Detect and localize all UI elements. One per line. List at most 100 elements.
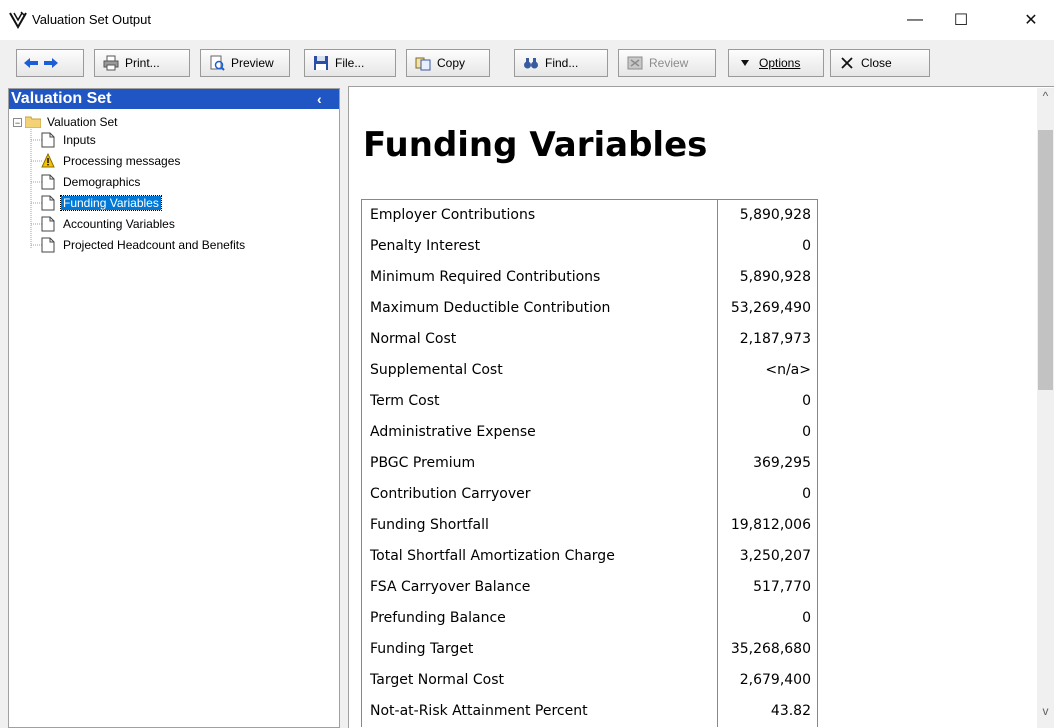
row-value: 3,250,207 [717,540,818,572]
save-disk-icon [313,55,329,71]
binoculars-icon [523,55,539,71]
toolbar: Print... Preview File... Copy Find... Re… [0,40,1054,84]
tree-item-label: Processing messages [63,154,181,168]
table-row: Penalty Interest 0 [361,230,818,262]
row-value: 35,268,680 [717,633,818,665]
document-icon [41,174,55,190]
pane-title: Valuation Set [11,90,112,107]
tree-item-label: Inputs [63,133,96,147]
minimize-button[interactable]: — [892,0,938,40]
tree-item-processing-messages[interactable]: Processing messages [41,152,182,170]
row-label: Minimum Required Contributions [361,261,718,293]
row-value: 2,679,400 [717,664,818,696]
table-row: Target Normal Cost 2,679,400 [361,664,818,696]
title-bar: Valuation Set Output — ☐ ✕ [0,0,1054,40]
table-row: PBGC Premium 369,295 [361,447,818,479]
table-row: Supplemental Cost <n/a> [361,354,818,386]
valuation-logo-icon [9,11,27,30]
scroll-thumb[interactable] [1038,130,1053,390]
row-label: Normal Cost [361,323,718,355]
row-label: Funding Shortfall [361,509,718,541]
close-window-button[interactable]: ✕ [1008,0,1054,40]
maximize-icon: ☐ [953,12,969,29]
table-row: Funding Target 35,268,680 [361,633,818,665]
table-row: Term Cost 0 [361,385,818,417]
file-button[interactable]: File... [304,49,396,77]
find-label: Find... [545,56,579,70]
review-icon [627,55,643,71]
row-value: 43.82 [717,695,818,727]
copy-label: Copy [437,56,466,70]
scroll-down-icon[interactable]: v [1037,703,1054,720]
scroll-up-icon[interactable]: ^ [1037,88,1054,105]
table-row: Total Shortfall Amortization Charge 3,250… [361,540,818,572]
table-row: Contribution Carryover 0 [361,478,818,510]
row-value: 53,269,490 [717,292,818,324]
table-row: Normal Cost 2,187,973 [361,323,818,355]
table-row: Prefunding Balance 0 [361,602,818,634]
review-button[interactable]: Review [618,49,716,77]
tree-item-accounting-variables[interactable]: Accounting Variables [41,215,177,233]
file-label: File... [335,56,365,70]
document-icon [41,237,55,253]
row-label: Contribution Carryover [361,478,718,510]
folder-icon [25,116,41,128]
row-label: Maximum Deductible Contribution [361,292,718,324]
row-label: Employer Contributions [361,199,718,231]
row-value: 0 [717,416,818,448]
tree-item-label: Funding Variables [60,195,162,211]
row-label: Administrative Expense [361,416,718,448]
row-value: 5,890,928 [717,261,818,293]
tree-root-label: Valuation Set [47,115,118,129]
row-value: 0 [717,385,818,417]
vertical-scrollbar[interactable]: ^ v [1037,88,1054,728]
tree-item-label: Demographics [63,175,141,189]
close-label: Close [861,56,892,70]
back-forward-group [16,49,84,77]
maximize-button[interactable]: ☐ [938,0,984,40]
row-label: Funding Target [361,633,718,665]
preview-button[interactable]: Preview [200,49,290,77]
table-row: Minimum Required Contributions 5,890,928 [361,261,818,293]
row-value: 517,770 [717,571,818,603]
row-value: 19,812,006 [717,509,818,541]
tree-item-inputs[interactable]: Inputs [41,131,98,149]
review-label: Review [649,56,689,70]
arrow-left-icon[interactable] [23,55,39,71]
app-window: Valuation Set Output — ☐ ✕ Print... Prev… [0,0,1054,728]
row-label: Target Normal Cost [361,664,718,696]
close-report-button[interactable]: Close [830,49,930,77]
print-button[interactable]: Print... [94,49,190,77]
row-label: Supplemental Cost [361,354,718,386]
tree-item-funding-variables[interactable]: Funding Variables [41,194,162,212]
page-title: Funding Variables [363,125,708,165]
collapse-tree-icon[interactable]: − [13,117,22,127]
collapse-pane-icon[interactable]: ‹ [317,89,329,109]
x-close-icon [839,55,855,71]
tree-item-demographics[interactable]: Demographics [41,173,142,191]
minimize-icon: — [907,11,923,28]
tree-root[interactable]: − Valuation Set [13,113,120,131]
row-value: 2,187,973 [717,323,818,355]
row-label: Prefunding Balance [361,602,718,634]
table-row: Not-at-Risk Attainment Percent 43.82 [361,695,818,727]
report-pane: Funding Variables Employer Contributions… [348,86,1054,728]
options-dropdown-button[interactable]: Options [728,49,824,77]
tree-item-label: Projected Headcount and Benefits [63,238,246,252]
copy-icon [415,55,431,71]
row-label: PBGC Premium [361,447,718,479]
pane-header: Valuation Set ‹ [9,89,339,109]
find-button[interactable]: Find... [514,49,608,77]
row-label: Penalty Interest [361,230,718,262]
tree-item-label: Accounting Variables [63,217,175,231]
copy-button[interactable]: Copy [406,49,490,77]
pane-splitter[interactable] [340,88,348,728]
arrow-right-icon[interactable] [43,55,59,71]
row-value: 369,295 [717,447,818,479]
tree-item-projected-headcount[interactable]: Projected Headcount and Benefits [41,236,247,254]
document-icon [41,216,55,232]
row-value: <n/a> [717,354,818,386]
caret-down-icon [737,55,753,71]
document-icon [41,195,55,211]
options-label: Options [759,56,801,70]
